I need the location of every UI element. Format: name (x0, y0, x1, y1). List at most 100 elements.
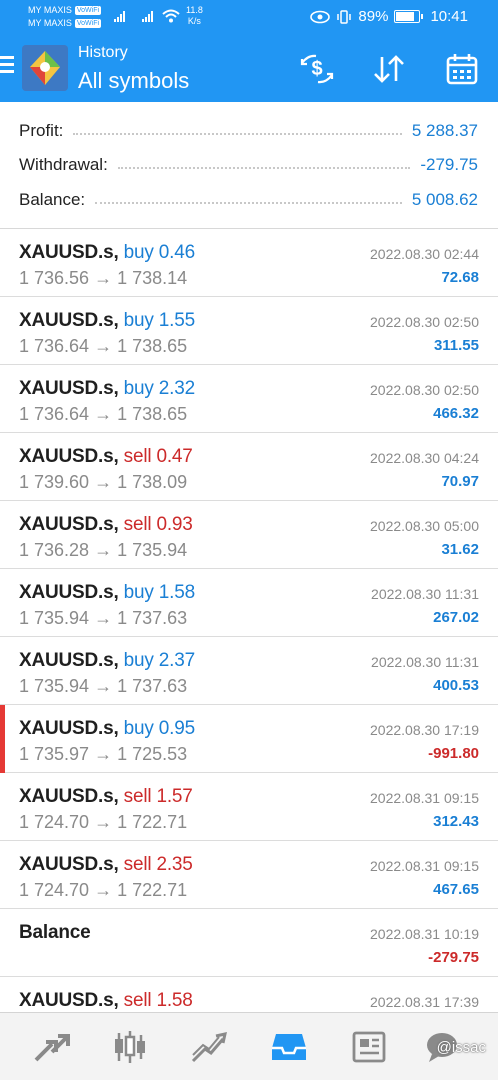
deal-time: 2022.08.31 10:19 (370, 926, 479, 942)
trade-icon[interactable] (189, 1027, 229, 1067)
deal-row[interactable]: XAUUSD.s, buy 1.58 1 735.94 → 1 737.63 2… (0, 569, 498, 637)
deal-volume: 0.93 (156, 514, 193, 535)
deal-symbol: XAUUSD.s, (19, 582, 119, 603)
signal-icon (142, 10, 153, 22)
deal-time: 2022.08.31 09:15 (370, 790, 479, 806)
profit-value: 5 288.37 (411, 121, 478, 140)
deal-symbol: XAUUSD.s, (19, 514, 119, 535)
status-right: 89% 10:41 (310, 8, 468, 25)
deal-prices: 1 724.70 → 1 722.71 (19, 812, 188, 832)
deal-prices: 1 735.94 → 1 737.63 (19, 608, 188, 628)
chart-icon[interactable] (110, 1027, 150, 1067)
deal-profit: 400.53 (433, 677, 479, 694)
eye-icon (310, 10, 331, 23)
deal-direction: sell (123, 854, 152, 875)
deal-direction: sell (123, 514, 152, 535)
balance-value: 5 008.62 (411, 190, 478, 209)
deal-symbol: XAUUSD.s, (19, 854, 119, 875)
withdrawal-row: Withdrawal: -279.75 (19, 153, 478, 177)
deal-symbol: XAUUSD.s, (19, 786, 119, 807)
deal-direction: buy (123, 378, 154, 399)
deal-symbol: XAUUSD.s, (19, 446, 119, 467)
symbol-filter[interactable]: All symbols (78, 68, 189, 94)
deal-time: 2022.08.31 09:15 (370, 858, 479, 874)
deal-symbol: XAUUSD.s, (19, 242, 119, 263)
deal-profit: 311.55 (433, 337, 479, 354)
deal-direction: buy (123, 718, 154, 739)
app-bar: History All symbols $ (0, 34, 498, 102)
deal-time: 2022.08.30 02:44 (370, 246, 479, 262)
wifi-icon (162, 9, 180, 23)
deal-prices: 1 736.64 → 1 738.65 (19, 336, 188, 356)
deal-time: 2022.08.30 11:31 (371, 586, 479, 602)
deal-row[interactable]: XAUUSD.s, sell 2.35 1 724.70 → 1 722.71 … (0, 841, 498, 909)
deal-row[interactable]: XAUUSD.s, buy 0.95 1 735.97 → 1 725.53 2… (0, 705, 498, 773)
deal-time: 2022.08.30 02:50 (370, 382, 479, 398)
deal-direction: sell (123, 990, 152, 1011)
balance-operation-label: Balance (19, 922, 91, 943)
deal-volume: 0.46 (158, 242, 195, 263)
deal-time: 2022.08.30 05:00 (370, 518, 479, 534)
deal-volume: 1.58 (158, 582, 195, 603)
deal-symbol: XAUUSD.s, (19, 310, 119, 331)
deal-prices: 1 736.56 → 1 738.14 (19, 268, 188, 288)
app-logo[interactable] (22, 45, 68, 91)
deal-time: 2022.08.30 11:31 (371, 654, 479, 670)
vibrate-icon (337, 9, 352, 24)
deal-profit: 267.02 (433, 609, 479, 626)
deal-prices: 1 735.97 → 1 725.53 (19, 744, 188, 764)
deposit-filter-icon[interactable]: $ (298, 50, 336, 88)
calendar-icon[interactable] (443, 50, 481, 88)
deal-row[interactable]: XAUUSD.s, buy 2.32 1 736.64 → 1 738.65 2… (0, 365, 498, 433)
speed-value: 11.8 (186, 5, 203, 15)
bottom-nav: @issac (0, 1012, 498, 1080)
deal-volume: 0.95 (158, 718, 195, 739)
battery-percent: 89% (358, 8, 389, 25)
deal-volume: 1.57 (156, 786, 193, 807)
deal-symbol: XAUUSD.s, (19, 718, 119, 739)
deal-row[interactable]: XAUUSD.s, buy 1.55 1 736.64 → 1 738.65 2… (0, 297, 498, 365)
carrier-2: MY MAXIS (28, 18, 72, 28)
sort-icon[interactable] (370, 50, 408, 88)
deal-direction: sell (123, 446, 152, 467)
deals-list: XAUUSD.s, buy 0.46 1 736.56 → 1 738.14 2… (0, 229, 498, 1045)
balance-row: Balance: 5 008.62 (19, 188, 478, 212)
history-icon[interactable] (269, 1027, 309, 1067)
deal-profit: 70.97 (441, 473, 479, 490)
deal-profit: 467.65 (433, 881, 479, 898)
quotes-icon[interactable] (31, 1027, 71, 1067)
deal-row[interactable]: XAUUSD.s, sell 0.93 1 736.28 → 1 735.94 … (0, 501, 498, 569)
battery-icon (394, 10, 424, 23)
balance-operation-row[interactable]: Balance 2022.08.31 10:19 -279.75 (0, 909, 498, 977)
news-icon[interactable] (349, 1027, 389, 1067)
deal-prices: 1 735.94 → 1 737.63 (19, 676, 188, 696)
deal-row[interactable]: XAUUSD.s, buy 2.37 1 735.94 → 1 737.63 2… (0, 637, 498, 705)
deal-direction: buy (123, 650, 154, 671)
deal-volume: 1.55 (158, 310, 195, 331)
deal-profit: 72.68 (441, 269, 479, 286)
deal-time: 2022.08.31 17:39 (370, 994, 479, 1010)
deal-time: 2022.08.30 17:19 (370, 722, 479, 738)
carrier-1: MY MAXIS (28, 5, 72, 15)
deal-profit: 312.43 (433, 813, 479, 830)
deal-symbol: XAUUSD.s, (19, 650, 119, 671)
vowifi-badge: VoWiFi (74, 19, 102, 28)
deal-volume: 2.32 (158, 378, 195, 399)
deal-prices: 1 739.60 → 1 738.09 (19, 472, 188, 492)
deal-row[interactable]: XAUUSD.s, buy 0.46 1 736.56 → 1 738.14 2… (0, 229, 498, 297)
menu-icon[interactable] (0, 56, 14, 76)
deal-row[interactable]: XAUUSD.s, sell 0.47 1 739.60 → 1 738.09 … (0, 433, 498, 501)
deal-volume: 0.47 (156, 446, 193, 467)
deal-prices: 1 736.64 → 1 738.65 (19, 404, 188, 424)
deal-row[interactable]: XAUUSD.s, sell 1.57 1 724.70 → 1 722.71 … (0, 773, 498, 841)
page-title: History (78, 44, 128, 61)
withdrawal-value: -279.75 (420, 155, 478, 174)
deal-volume: 2.35 (156, 854, 193, 875)
deal-profit: -991.80 (428, 745, 479, 762)
deal-prices: 1 736.28 → 1 735.94 (19, 540, 188, 560)
svg-text:$: $ (311, 58, 322, 80)
carrier-info: MY MAXIS VoWiFi MY MAXIS VoWiFi (28, 4, 102, 30)
profit-row: Profit: 5 288.37 (19, 119, 478, 143)
account-summary: Profit: 5 288.37 Withdrawal: -279.75 Bal… (0, 102, 498, 229)
deal-volume: 2.37 (158, 650, 195, 671)
